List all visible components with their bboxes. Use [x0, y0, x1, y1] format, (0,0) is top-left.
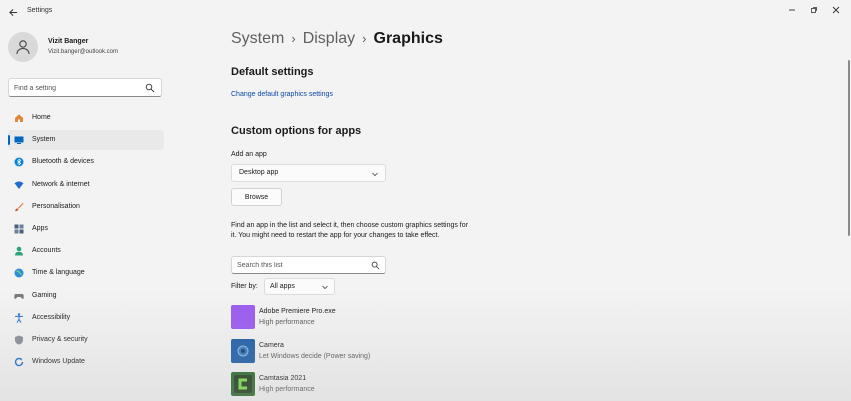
brush-icon — [15, 202, 24, 211]
sidebar-item-label: Network & internet — [32, 180, 90, 188]
window-title: Settings — [27, 7, 53, 14]
sidebar-item-label: Gaming — [32, 291, 57, 299]
sidebar-item-bluetooth[interactable]: Bluetooth & devices — [8, 152, 164, 172]
app-list-item[interactable]: Camtasia 2021 High performance — [231, 372, 531, 398]
avatar — [8, 32, 38, 62]
sidebar-item-personalisation[interactable]: Personalisation — [8, 197, 164, 217]
filter-selected: All apps — [270, 283, 295, 290]
camtasia-icon — [231, 372, 255, 396]
sidebar-item-label: Accessibility — [32, 313, 71, 321]
camera-icon — [231, 339, 255, 363]
sidebar-nav: Home System Bluetooth & devices Network … — [8, 108, 164, 374]
app-type-dropdown[interactable]: Desktop app — [231, 164, 386, 182]
filter-label: Filter by: — [231, 283, 258, 290]
sidebar-item-accounts[interactable]: Accounts — [8, 241, 164, 261]
custom-options-heading: Custom options for apps — [231, 125, 362, 137]
sidebar-item-network[interactable]: Network & internet — [8, 175, 164, 195]
sidebar-item-label: Time & language — [32, 269, 85, 277]
sidebar-item-privacy-security[interactable]: Privacy & security — [8, 330, 164, 350]
sidebar-item-label: System — [32, 136, 56, 144]
find-setting-input[interactable] — [14, 82, 139, 94]
search-icon — [371, 261, 380, 270]
breadcrumb-display[interactable]: Display — [303, 30, 355, 47]
breadcrumb-system[interactable]: System — [231, 30, 284, 47]
browse-button[interactable]: Browse — [231, 188, 282, 206]
minimize-button[interactable] — [783, 3, 801, 17]
sidebar-item-accessibility[interactable]: Accessibility — [8, 308, 164, 328]
user-icon — [16, 40, 30, 55]
app-list-item[interactable]: Camera Let Windows decide (Power saving) — [231, 339, 531, 365]
user-name: Vizit Banger — [48, 38, 89, 45]
wifi-icon — [14, 180, 24, 189]
default-settings-heading: Default settings — [231, 66, 314, 78]
chevron-down-icon — [372, 172, 378, 177]
sidebar-item-label: Personalisation — [32, 202, 80, 210]
back-arrow-icon[interactable] — [6, 5, 20, 19]
chevron-right-icon: › — [362, 31, 367, 46]
title-bar: Settings — [0, 0, 851, 24]
update-icon — [14, 357, 24, 367]
app-name: Camera — [259, 342, 284, 349]
chevron-right-icon: › — [291, 31, 296, 46]
app-preference: High performance — [259, 319, 315, 326]
app-name: Camtasia 2021 — [259, 375, 307, 382]
gamepad-icon — [14, 293, 24, 299]
app-preference: High performance — [259, 386, 315, 393]
page-title: Graphics — [373, 30, 443, 47]
sidebar-item-label: Bluetooth & devices — [32, 158, 94, 166]
sidebar-item-label: Accounts — [32, 247, 61, 255]
sidebar-item-gaming[interactable]: Gaming — [8, 286, 164, 306]
globe-icon — [14, 268, 24, 278]
scrollbar[interactable] — [848, 60, 850, 236]
user-email: Vizit.banger@outlook.com — [48, 49, 119, 55]
premiere-icon — [231, 305, 255, 329]
search-icon[interactable] — [145, 83, 155, 93]
add-app-label: Add an app — [231, 151, 267, 158]
filter-dropdown[interactable]: All apps — [264, 278, 335, 295]
app-list-item[interactable]: Adobe Premiere Pro.exe High performance — [231, 305, 531, 331]
sidebar-item-windows-update[interactable]: Windows Update — [8, 352, 164, 372]
search-list-box — [231, 256, 386, 274]
system-icon — [14, 136, 24, 145]
change-default-graphics-link[interactable]: Change default graphics settings — [231, 91, 333, 98]
sidebar-item-label: Windows Update — [32, 358, 85, 366]
account-icon — [15, 246, 23, 256]
accessibility-icon — [15, 312, 23, 323]
bluetooth-icon — [14, 157, 24, 167]
app-name: Adobe Premiere Pro.exe — [259, 308, 336, 315]
sidebar-item-time-language[interactable]: Time & language — [8, 263, 164, 283]
shield-icon — [15, 335, 23, 345]
find-setting-box — [8, 78, 162, 97]
user-profile[interactable]: Vizit Banger Vizit.banger@outlook.com — [8, 32, 168, 62]
restore-button[interactable] — [805, 3, 823, 17]
breadcrumb: System › Display › Graphics — [231, 30, 443, 48]
app-type-selected: Desktop app — [239, 169, 279, 176]
custom-options-description: Find an app in the list and select it, t… — [231, 222, 468, 239]
app-preference: Let Windows decide (Power saving) — [259, 353, 371, 360]
sidebar-item-system[interactable]: System — [8, 130, 164, 151]
home-icon — [15, 114, 23, 122]
sidebar-item-label: Privacy & security — [32, 335, 88, 343]
sidebar-item-apps[interactable]: Apps — [8, 219, 164, 239]
sidebar-item-home[interactable]: Home — [8, 108, 164, 128]
search-list-input[interactable] — [237, 260, 362, 271]
close-button[interactable] — [827, 3, 845, 17]
apps-icon — [14, 224, 24, 234]
chevron-down-icon — [322, 285, 328, 290]
sidebar-item-label: Apps — [32, 224, 48, 232]
sidebar-item-label: Home — [32, 114, 51, 121]
